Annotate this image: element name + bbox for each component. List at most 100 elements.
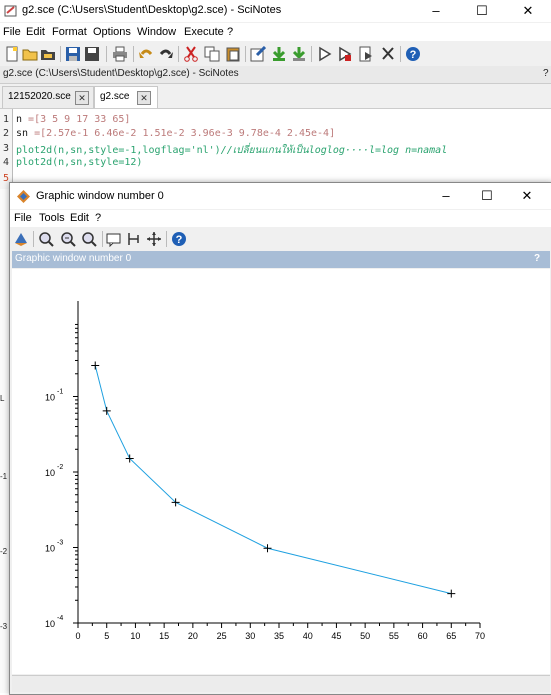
graphic-menu-bar: File Tools Edit ? bbox=[10, 210, 551, 227]
menu-file[interactable]: File bbox=[14, 212, 32, 224]
x-tick-label: 55 bbox=[389, 631, 399, 641]
plot-canvas[interactable]: 0 5 10 15 20 25 30 35 40 45 50 55 60 65 70 10 -1 10 -2 10 -3… bbox=[12, 269, 550, 674]
toolbar-separator bbox=[400, 46, 401, 62]
cut-tool-icon[interactable] bbox=[380, 46, 396, 62]
toolbar-separator bbox=[102, 231, 103, 247]
menu-tools[interactable]: Tools bbox=[39, 212, 65, 224]
series-line bbox=[94, 365, 452, 595]
graphic-window: Graphic window number 0 – ☐ ✕ File Tools… bbox=[9, 182, 551, 695]
svg-text:?: ? bbox=[410, 49, 417, 61]
zoom-fit-icon[interactable] bbox=[81, 231, 97, 247]
load-icon[interactable] bbox=[291, 46, 307, 62]
graphic-window-title: Graphic window number 0 bbox=[36, 190, 164, 202]
x-tick-label: 10 bbox=[130, 631, 140, 641]
zoom-out-icon[interactable] bbox=[60, 231, 76, 247]
redo-icon[interactable] bbox=[158, 46, 174, 62]
move-icon[interactable] bbox=[146, 231, 162, 247]
save-icon[interactable] bbox=[65, 46, 81, 62]
y-tick-exponent: -3 bbox=[57, 540, 63, 547]
x-tick-label: 15 bbox=[159, 631, 169, 641]
toolbar-separator bbox=[311, 46, 312, 62]
toolbar-separator bbox=[133, 46, 134, 62]
panel-help-link[interactable]: ? bbox=[534, 253, 540, 264]
menu-window[interactable]: Window bbox=[137, 26, 176, 38]
minimize-button[interactable]: – bbox=[413, 0, 459, 22]
x-tick-label: 70 bbox=[475, 631, 485, 641]
menu-edit[interactable]: Edit bbox=[70, 212, 89, 224]
y-tick-exponent: -1 bbox=[57, 389, 63, 396]
tab-close-icon[interactable]: ✕ bbox=[75, 91, 89, 105]
tab-12152020[interactable]: 12152020.sce ✕ bbox=[2, 86, 94, 108]
run-file-icon[interactable] bbox=[358, 46, 374, 62]
scilab-icon bbox=[17, 190, 30, 203]
x-tick-label: 45 bbox=[331, 631, 341, 641]
tab-label: 12152020.sce bbox=[8, 91, 71, 102]
window-title: g2.sce (C:\Users\Student\Desktop\g2.sce)… bbox=[22, 4, 282, 16]
close-button[interactable]: ✕ bbox=[507, 183, 547, 209]
new-file-icon[interactable] bbox=[4, 46, 20, 62]
help-icon[interactable]: ? bbox=[171, 231, 187, 247]
menu-edit[interactable]: Edit bbox=[26, 26, 45, 38]
line-number-gutter: 1 2 3 4 5 bbox=[0, 109, 13, 189]
run-icon[interactable] bbox=[317, 46, 333, 62]
background-fragment: -2 bbox=[0, 547, 8, 556]
toolbar-separator bbox=[60, 46, 61, 62]
code-token: [3 5 9 17 33 65] bbox=[34, 114, 131, 125]
menu-help[interactable]: ? bbox=[227, 26, 233, 38]
menu-execute[interactable]: Execute bbox=[184, 26, 224, 38]
save-as-icon[interactable] bbox=[84, 46, 100, 62]
title-bar: g2.sce (C:\Users\Student\Desktop\g2.sce)… bbox=[0, 0, 551, 22]
save-execute-icon[interactable] bbox=[271, 46, 287, 62]
open-folder-icon[interactable] bbox=[40, 46, 56, 62]
tab-label: g2.sce bbox=[100, 91, 130, 102]
code-token: plot2d(n,sn,style=-1,logflag='nl') bbox=[16, 145, 221, 156]
code-comment: //เปลี่ยนแกนให้เป็นloglog····l=log n=nam… bbox=[220, 145, 448, 156]
menu-format[interactable]: Format bbox=[52, 26, 87, 38]
y-tick-label: 10 bbox=[45, 393, 55, 403]
datatip-icon[interactable] bbox=[106, 231, 122, 247]
code-line-4: plot2d(n,sn,style=12) bbox=[16, 157, 142, 168]
x-tick-label: 25 bbox=[217, 631, 227, 641]
undo-icon[interactable] bbox=[138, 46, 154, 62]
tab-close-icon[interactable]: ✕ bbox=[137, 91, 151, 105]
select-icon[interactable] bbox=[126, 231, 142, 247]
maximize-button[interactable]: ☐ bbox=[467, 183, 507, 209]
run-selection-icon[interactable] bbox=[337, 46, 353, 62]
x-tick-label: 20 bbox=[188, 631, 198, 641]
cut-icon[interactable] bbox=[183, 46, 199, 62]
graphic-status-bar bbox=[12, 675, 550, 692]
print-icon[interactable] bbox=[112, 46, 128, 62]
editor-path-bar: g2.sce (C:\Users\Student\Desktop\g2.sce)… bbox=[0, 66, 551, 84]
graphic-title-bar: Graphic window number 0 – ☐ ✕ bbox=[10, 183, 551, 209]
minimize-button[interactable]: – bbox=[426, 183, 466, 209]
tab-g2[interactable]: g2.sce ✕ bbox=[94, 86, 158, 108]
graphic-panel-title: Graphic window number 0 bbox=[15, 253, 132, 264]
menu-options[interactable]: Options bbox=[93, 26, 131, 38]
scinotes-icon bbox=[4, 5, 17, 17]
open-file-icon[interactable] bbox=[22, 46, 38, 62]
x-tick-label: 60 bbox=[418, 631, 428, 641]
data-point-marker bbox=[447, 589, 456, 598]
preferences-icon[interactable] bbox=[250, 46, 266, 62]
menu-file[interactable]: File bbox=[3, 26, 21, 38]
toolbar-separator bbox=[245, 46, 246, 62]
code-token: plot2d(n,sn,style=12) bbox=[16, 157, 143, 168]
path-help-link[interactable]: ? bbox=[543, 68, 549, 79]
menu-help[interactable]: ? bbox=[95, 212, 101, 224]
graphic-panel-header: Graphic window number 0 ? bbox=[12, 251, 550, 268]
toolbar-separator bbox=[166, 231, 167, 247]
maximize-button[interactable]: ☐ bbox=[459, 0, 505, 22]
paste-icon[interactable] bbox=[225, 46, 241, 62]
code-line-2: sn =[2.57e-1 6.46e-2 1.51e-2 3.96e-3 9.7… bbox=[16, 128, 335, 139]
y-tick-label: 10 bbox=[45, 468, 55, 478]
close-button[interactable]: ✕ bbox=[505, 0, 551, 22]
line-number: 3 bbox=[3, 143, 10, 154]
rotate-icon[interactable] bbox=[13, 231, 29, 247]
line-number: 2 bbox=[3, 128, 10, 139]
copy-icon[interactable] bbox=[204, 46, 220, 62]
x-tick-label: 35 bbox=[274, 631, 284, 641]
y-tick-exponent: -4 bbox=[57, 615, 63, 622]
code-editor[interactable]: 1 2 3 4 5 n =[3 5 9 17 33 65] sn =[2.57e… bbox=[0, 109, 551, 190]
zoom-in-icon[interactable] bbox=[38, 231, 54, 247]
help-icon[interactable]: ? bbox=[405, 46, 421, 62]
